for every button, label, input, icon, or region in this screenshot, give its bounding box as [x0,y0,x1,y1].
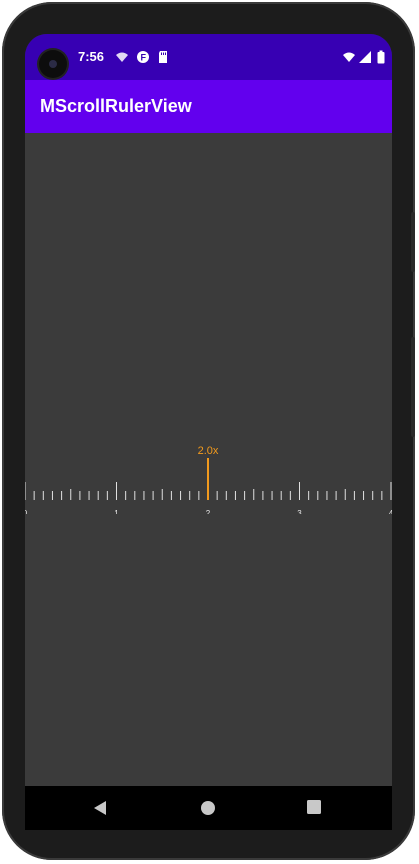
navigation-bar [25,786,392,830]
battery-icon [377,50,385,64]
app-bar: MScrollRulerView [25,80,392,133]
home-icon[interactable] [200,800,216,816]
ruler-minor-tick [271,491,273,500]
ruler-minor-tick [198,491,200,500]
ruler-minor-tick [372,491,374,500]
sd-card-icon [159,51,167,63]
ruler-major-label: 0 [25,509,28,514]
ruler-major-tick [299,482,300,500]
ruler-minor-tick [225,491,227,500]
svg-text:F: F [141,53,147,63]
ruler-major-tick [25,482,26,500]
ruler-minor-tick [234,491,236,500]
ruler-minor-tick [70,489,72,500]
ruler-major-label: 1 [114,509,119,514]
ruler-major-labels: 0 1 2 3 4 [25,509,392,514]
ruler-major-label: 2 [206,509,211,514]
app-f-icon: F [137,51,149,63]
screen: 7:56 ? F MScrollRulerView 2.0x 1 2 3 4 [25,34,392,786]
ruler-minor-tick [253,489,255,500]
ruler-minor-tick [262,491,264,500]
ruler-major-label: 3 [297,509,302,514]
ruler-minor-tick [353,491,355,500]
volume-button [411,212,415,272]
ruler-minor-tick [317,491,319,500]
ruler-minor-tick [308,491,310,500]
back-icon[interactable] [93,800,107,816]
ruler-minor-tick [134,491,136,500]
scroll-ruler[interactable]: 2.0x 0 1 2 3 4 [25,394,392,514]
ruler-minor-tick [79,491,81,500]
wifi-icon [343,52,355,62]
ruler-minor-tick [106,491,108,500]
ruler-minor-tick [152,491,154,500]
ruler-minor-tick [189,491,191,500]
ruler-minor-tick [335,491,337,500]
ruler-minor-tick [381,491,383,500]
status-time: 7:56 [78,49,105,64]
ruler-canvas[interactable]: 2.0x 0 1 2 3 4 [25,394,392,514]
ruler-minor-tick [161,489,163,500]
app-title: MScrollRulerView [40,96,192,116]
ruler-minor-tick [88,491,90,500]
ruler-minor-tick [244,491,246,500]
ruler-minor-tick [97,491,99,500]
svg-text:?: ? [124,59,128,64]
ruler-minor-tick [170,491,172,500]
ruler-minor-tick [61,491,63,500]
recents-icon[interactable] [307,800,321,814]
ruler-minor-tick [280,491,282,500]
ruler-current-value: 2.0x [198,445,219,457]
ruler-major-label: 4 [389,509,392,514]
ruler-minor-tick [180,491,182,500]
ruler-major-tick [390,482,392,500]
ruler-minor-tick [344,489,346,500]
wifi-question-icon: ? [116,52,128,64]
ruler-minor-tick [33,491,35,500]
ruler-minor-tick [289,491,291,500]
ruler-minor-tick [326,491,328,500]
ruler-minor-tick [125,491,127,500]
ruler-minor-tick [51,491,53,500]
ruler-minor-tick [42,491,44,500]
ruler-indicator[interactable] [207,458,209,500]
ruler-minor-tick [143,491,145,500]
front-camera [39,50,67,78]
ruler-major-tick [116,482,117,500]
cellular-signal-icon [359,51,371,63]
ruler-minor-tick [216,491,218,500]
ruler-minor-tick [363,491,365,500]
status-bar: 7:56 ? F [25,34,392,80]
power-button [411,337,415,437]
